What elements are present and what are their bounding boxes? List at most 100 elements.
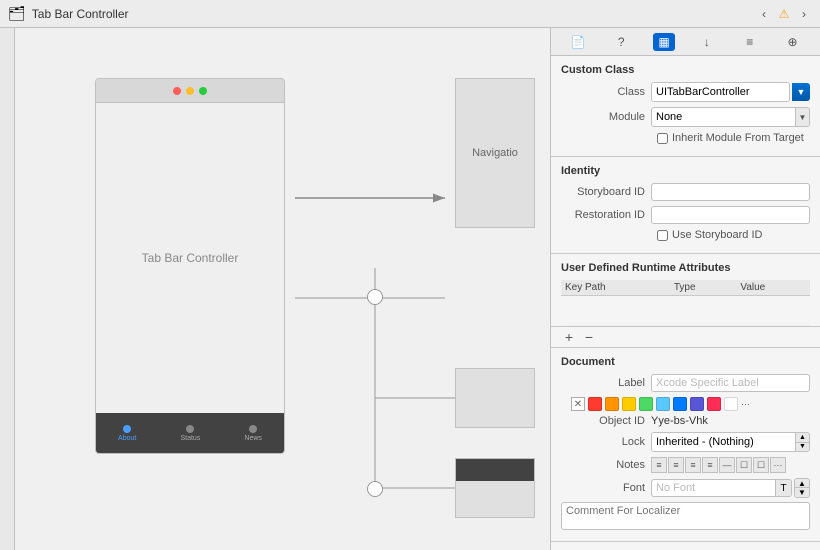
- size-tool-button[interactable]: ↓: [696, 33, 718, 51]
- traffic-light-red: [173, 87, 181, 95]
- add-tool-button[interactable]: ⊕: [782, 33, 804, 51]
- notes-link[interactable]: ☐: [753, 457, 769, 473]
- font-size-up[interactable]: ▲: [795, 479, 809, 488]
- footer-label-news: News: [244, 435, 262, 442]
- attributes-table-body: [561, 296, 810, 326]
- nav-back-button[interactable]: ‹: [756, 6, 772, 22]
- traffic-light-yellow: [186, 87, 194, 95]
- class-label: Class: [561, 86, 651, 98]
- use-storyboard-checkbox[interactable]: [657, 230, 668, 241]
- restoration-id-input[interactable]: [651, 206, 810, 224]
- font-size-down[interactable]: ▼: [795, 488, 809, 497]
- document-section: Document Label Xcode Specific Label ✕: [551, 348, 820, 542]
- swatch-yellow[interactable]: [622, 397, 636, 411]
- module-value: None: [652, 108, 795, 126]
- notes-align-left[interactable]: ≡: [651, 457, 667, 473]
- document-title: Document: [561, 356, 810, 368]
- swatch-white[interactable]: [724, 397, 738, 411]
- user-defined-title: User Defined Runtime Attributes: [561, 262, 810, 274]
- storyboard-id-input[interactable]: tabbar: [651, 183, 810, 201]
- nav-controller-box: Navigatio: [455, 78, 535, 228]
- lock-down-button[interactable]: ▼: [796, 443, 809, 452]
- object-id-value: Yye-bs-Vhk: [651, 415, 708, 427]
- font-icon-button[interactable]: T: [775, 480, 791, 496]
- swatch-lightblue[interactable]: [656, 397, 670, 411]
- file-tool-button[interactable]: 📄: [567, 33, 589, 51]
- connector-bottom: [367, 481, 383, 497]
- swatch-red[interactable]: [588, 397, 602, 411]
- more-swatches-button[interactable]: ···: [741, 399, 750, 409]
- use-storyboard-label: Use Storyboard ID: [672, 229, 762, 241]
- class-input-group: UITabBarController ▼: [651, 82, 810, 102]
- swatch-orange[interactable]: [605, 397, 619, 411]
- connections-tool-button[interactable]: ≡: [739, 33, 761, 51]
- restoration-id-label: Restoration ID: [561, 209, 651, 221]
- module-row: Module None ▼: [561, 107, 810, 127]
- nav-forward-button[interactable]: ›: [796, 6, 812, 22]
- class-row: Class UITabBarController ▼: [561, 82, 810, 102]
- color-swatches: ✕ ···: [561, 397, 810, 411]
- comment-textarea[interactable]: [561, 502, 810, 530]
- lock-up-button[interactable]: ▲: [796, 433, 809, 443]
- device-titlebar: [96, 79, 284, 103]
- device-footer: About Status News: [96, 413, 284, 453]
- notes-checkbox-icon[interactable]: ☐: [736, 457, 752, 473]
- storyboard-id-label: Storyboard ID: [561, 186, 651, 198]
- identity-tool-button[interactable]: ▦: [653, 33, 675, 51]
- object-id-label: Object ID: [561, 415, 651, 427]
- footer-item-news: News: [244, 425, 262, 442]
- lock-label: Lock: [561, 436, 651, 448]
- nav-warning-icon[interactable]: ⚠: [776, 6, 792, 22]
- use-storyboard-row: Use Storyboard ID: [561, 229, 810, 241]
- notes-align-center[interactable]: ≡: [668, 457, 684, 473]
- help-tool-button[interactable]: ?: [610, 33, 632, 51]
- right-panel: 📄 ? ▦ ↓ ≡ ⊕ Custom Class Class UITabBarC…: [550, 28, 820, 550]
- footer-label-about: About: [118, 435, 136, 442]
- col-value: Value: [736, 280, 810, 296]
- class-dropdown[interactable]: UITabBarController: [651, 82, 790, 102]
- swatch-green[interactable]: [639, 397, 653, 411]
- device-body: Tab Bar Controller: [96, 103, 284, 413]
- font-stepper: ▲ ▼: [794, 478, 810, 498]
- traffic-light-green: [199, 87, 207, 95]
- class-value: UITabBarController: [652, 83, 789, 101]
- device-mockup: Tab Bar Controller About Status News: [95, 78, 285, 454]
- font-label: Font: [561, 482, 651, 494]
- remove-attribute-button[interactable]: −: [581, 330, 597, 344]
- inherit-module-row: Inherit Module From Target: [561, 132, 810, 144]
- canvas-area: Tab Bar Controller About Status News Nav: [15, 28, 550, 550]
- notes-row: Notes ≡ ≡ ≡ ≡ — ☐ ☐ ···: [561, 457, 810, 473]
- panel-toolbar: 📄 ? ▦ ↓ ≡ ⊕: [551, 28, 820, 56]
- lock-value: Inherited - (Nothing): [652, 433, 795, 451]
- class-arrow-button[interactable]: ▼: [792, 83, 810, 101]
- notes-dash[interactable]: —: [719, 457, 735, 473]
- notes-label: Notes: [561, 459, 651, 471]
- inherit-module-checkbox[interactable]: [657, 133, 668, 144]
- swatch-blue[interactable]: [673, 397, 687, 411]
- label-row: Label Xcode Specific Label: [561, 374, 810, 392]
- custom-class-section: Custom Class Class UITabBarController ▼ …: [551, 56, 820, 157]
- inherit-module-label: Inherit Module From Target: [672, 132, 804, 144]
- swatch-none[interactable]: ✕: [571, 397, 585, 411]
- module-label: Module: [561, 111, 651, 123]
- label-input[interactable]: Xcode Specific Label: [651, 374, 810, 392]
- lock-stepper[interactable]: ▲ ▼: [795, 433, 809, 451]
- notes-align-right[interactable]: ≡: [685, 457, 701, 473]
- col-keypath: Key Path: [561, 280, 670, 296]
- footer-item-about: About: [118, 425, 136, 442]
- swatch-pink[interactable]: [707, 397, 721, 411]
- notes-more[interactable]: ···: [770, 457, 786, 473]
- main-content: Tab Bar Controller About Status News Nav: [0, 28, 820, 550]
- footer-dot-news: [249, 425, 257, 433]
- module-dropdown[interactable]: None ▼: [651, 107, 810, 127]
- add-attribute-button[interactable]: +: [561, 330, 577, 344]
- swatch-purple[interactable]: [690, 397, 704, 411]
- lock-dropdown[interactable]: Inherited - (Nothing) ▲ ▼: [651, 432, 810, 452]
- notes-toolbar: ≡ ≡ ≡ ≡ — ☐ ☐ ···: [651, 457, 786, 473]
- custom-class-title: Custom Class: [561, 64, 810, 76]
- window-title: Tab Bar Controller: [32, 7, 750, 21]
- col-type: Type: [670, 280, 737, 296]
- identity-title: Identity: [561, 165, 810, 177]
- empty-row: [561, 296, 810, 326]
- notes-align-justify[interactable]: ≡: [702, 457, 718, 473]
